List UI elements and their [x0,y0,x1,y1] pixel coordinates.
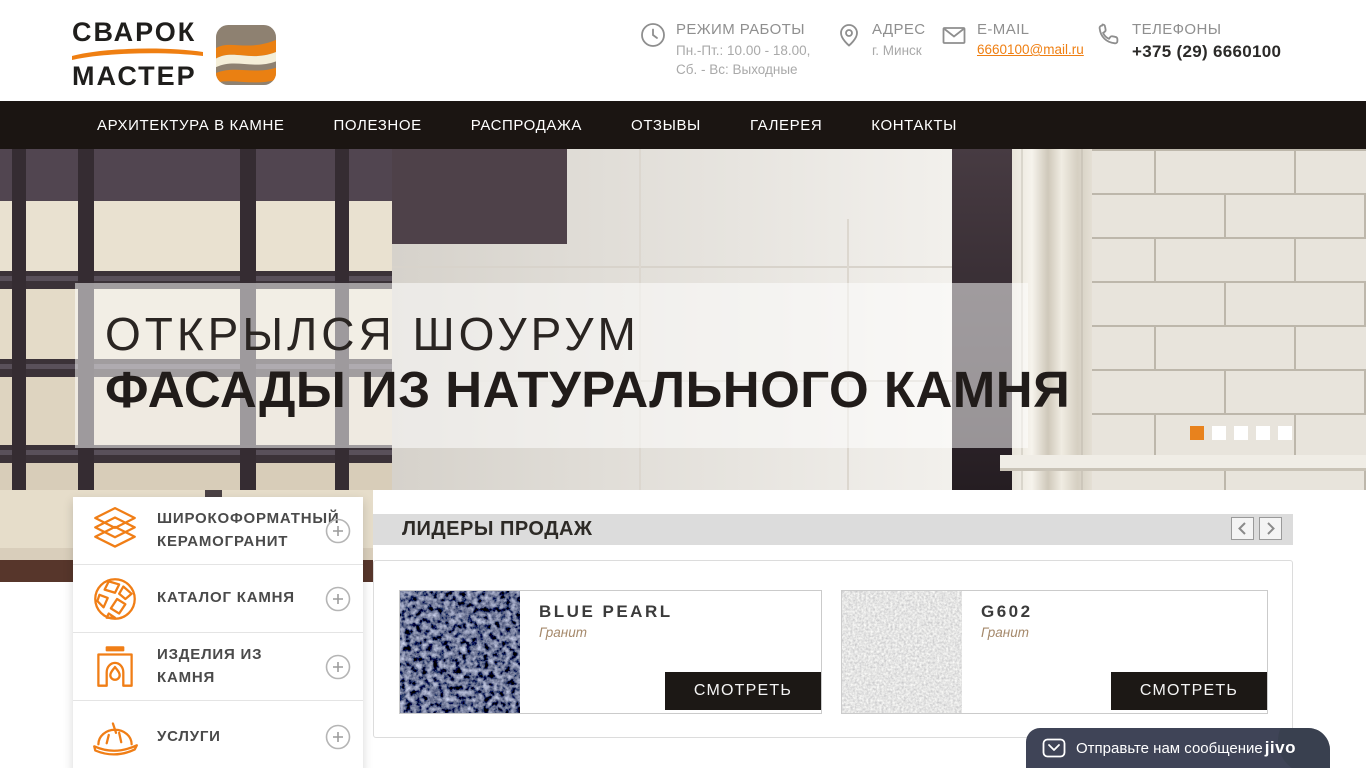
logo[interactable]: СВАРОК МАСТЕР [72,19,276,90]
nav-item-sale[interactable]: РАСПРОДАЖА [471,117,582,134]
logo-line-2: МАСТЕР [72,61,197,91]
header-email: E-MAIL 6660100@mail.ru [941,21,1084,59]
catalog-sidebar: ШИРОКОФОРМАТНЫЙ КЕРАМОГРАНИТ КАТАЛОГ КАМ… [73,497,363,768]
expand-plus-icon[interactable] [325,654,351,680]
phone-icon [1098,23,1119,45]
product-name: BLUE PEARL [539,602,673,621]
expand-plus-icon[interactable] [325,586,351,612]
work-hours-label: РЕЖИМ РАБОТЫ [676,21,805,38]
sidebar-item-stone-catalog[interactable]: КАТАЛОГ КАМНЯ [73,565,363,633]
address-label: АДРЕС [872,21,926,38]
nav-item-gallery[interactable]: ГАЛЕРЕЯ [750,117,822,134]
address-value: г. Минск [872,43,922,58]
header-work-hours: РЕЖИМ РАБОТЫ Пн.-Пт.: 10.00 - 18.00, Сб.… [640,21,810,80]
view-button[interactable]: СМОТРЕТЬ [1111,672,1267,710]
main-nav: АРХИТЕКТУРА В КАМНЕ ПОЛЕЗНОЕ РАСПРОДАЖА … [0,101,1366,149]
work-hours-line2: Сб. - Вс: Выходные [676,61,798,77]
envelope-icon [942,27,966,44]
chat-message-text: Отправьте нам сообщение [1076,739,1263,757]
bestsellers-panel: BLUE PEARL Гранит СМОТРЕТЬ G602 Гранит С… [373,560,1293,738]
sidebar-item-label: ИЗДЕЛИЯ ИЗ КАМНЯ [157,646,263,686]
nav-item-reviews[interactable]: ОТЗЫВЫ [631,117,701,134]
slider-dots [1190,426,1292,440]
logo-line-1: СВАРОК [72,17,197,47]
sidebar-item-label: КАТАЛОГ КАМНЯ [157,589,295,607]
chevron-right-icon [1267,522,1275,535]
logo-text: СВАРОК МАСТЕР [72,19,203,90]
hero-slider: ОТКРЫЛСЯ ШОУРУМ ФАСАДЫ ИЗ НАТУРАЛЬНОГО К… [0,149,1366,490]
sidebar-item-stone-products[interactable]: ИЗДЕЛИЯ ИЗ КАМНЯ [73,633,363,701]
site-header: СВАРОК МАСТЕР РЕЖИМ РАБОТЫ Пн.-Пт.: 10.0… [0,0,1366,101]
nav-item-architecture[interactable]: АРХИТЕКТУРА В КАМНЕ [97,117,285,134]
logo-swoosh-icon [72,48,203,60]
logo-mark-icon [216,24,276,85]
sidebar-item-label: УСЛУГИ [157,727,221,745]
view-button[interactable]: СМОТРЕТЬ [665,672,821,710]
chevron-left-icon [1238,522,1246,535]
product-image-g602 [842,591,962,713]
chat-widget[interactable]: Отправьте нам сообщение jivo [1026,728,1330,768]
hero-title-line1: ОТКРЫЛСЯ ШОУРУМ [105,308,640,360]
expand-plus-icon[interactable] [325,518,351,544]
page: СВАРОК МАСТЕР РЕЖИМ РАБОТЫ Пн.-Пт.: 10.0… [0,0,1366,768]
bestsellers-slider-nav [1231,517,1282,540]
expand-plus-icon[interactable] [325,724,351,750]
header-address: АДРЕС г. Минск [836,21,926,61]
slider-dot-5[interactable] [1278,426,1292,440]
fireplace-icon [97,645,133,687]
work-hours-line1: Пн.-Пт.: 10.00 - 18.00, [676,43,811,58]
clock-icon [641,23,665,47]
product-material: Гранит [981,625,1029,640]
slider-dot-1[interactable] [1190,426,1204,440]
email-link[interactable]: 6660100@mail.ru [977,42,1084,57]
product-card-g602[interactable]: G602 Гранит СМОТРЕТЬ [841,590,1268,714]
nav-item-useful[interactable]: ПОЛЕЗНОЕ [334,117,422,134]
prev-arrow-button[interactable] [1231,517,1254,540]
sidebar-item-ceramic[interactable]: ШИРОКОФОРМАТНЫЙ КЕРАМОГРАНИТ [73,497,363,565]
product-card-blue-pearl[interactable]: BLUE PEARL Гранит СМОТРЕТЬ [399,590,822,714]
nav-item-contacts[interactable]: КОНТАКТЫ [871,117,957,134]
sidebar-item-services[interactable]: УСЛУГИ [73,701,363,768]
email-label: E-MAIL [977,21,1030,38]
hard-hat-icon [93,722,138,756]
chat-brand-logo: jivo [1264,738,1296,757]
next-arrow-button[interactable] [1259,517,1282,540]
phones-label: ТЕЛЕФОНЫ [1132,21,1222,38]
product-material: Гранит [539,625,587,640]
product-name: G602 [981,602,1033,621]
slider-dot-2[interactable] [1212,426,1226,440]
bestsellers-header: ЛИДЕРЫ ПРОДАЖ [373,514,1293,545]
stone-sphere-icon [94,577,136,620]
header-phones: ТЕЛЕФОНЫ +375 (29) 6660100 [1096,21,1281,62]
slider-dot-3[interactable] [1234,426,1248,440]
phone-number: +375 (29) 6660100 [1132,42,1282,61]
chat-message-icon [1042,738,1066,758]
sidebar-item-label: ШИРОКОФОРМАТНЫЙ КЕРАМОГРАНИТ [157,510,340,550]
location-pin-icon [840,24,858,47]
hero-title-line2: ФАСАДЫ ИЗ НАТУРАЛЬНОГО КАМНЯ [105,361,1071,418]
product-image-blue-pearl [400,591,520,713]
slider-dot-4[interactable] [1256,426,1270,440]
ceramic-layers-icon [94,506,136,548]
bestsellers-title: ЛИДЕРЫ ПРОДАЖ [402,518,593,540]
